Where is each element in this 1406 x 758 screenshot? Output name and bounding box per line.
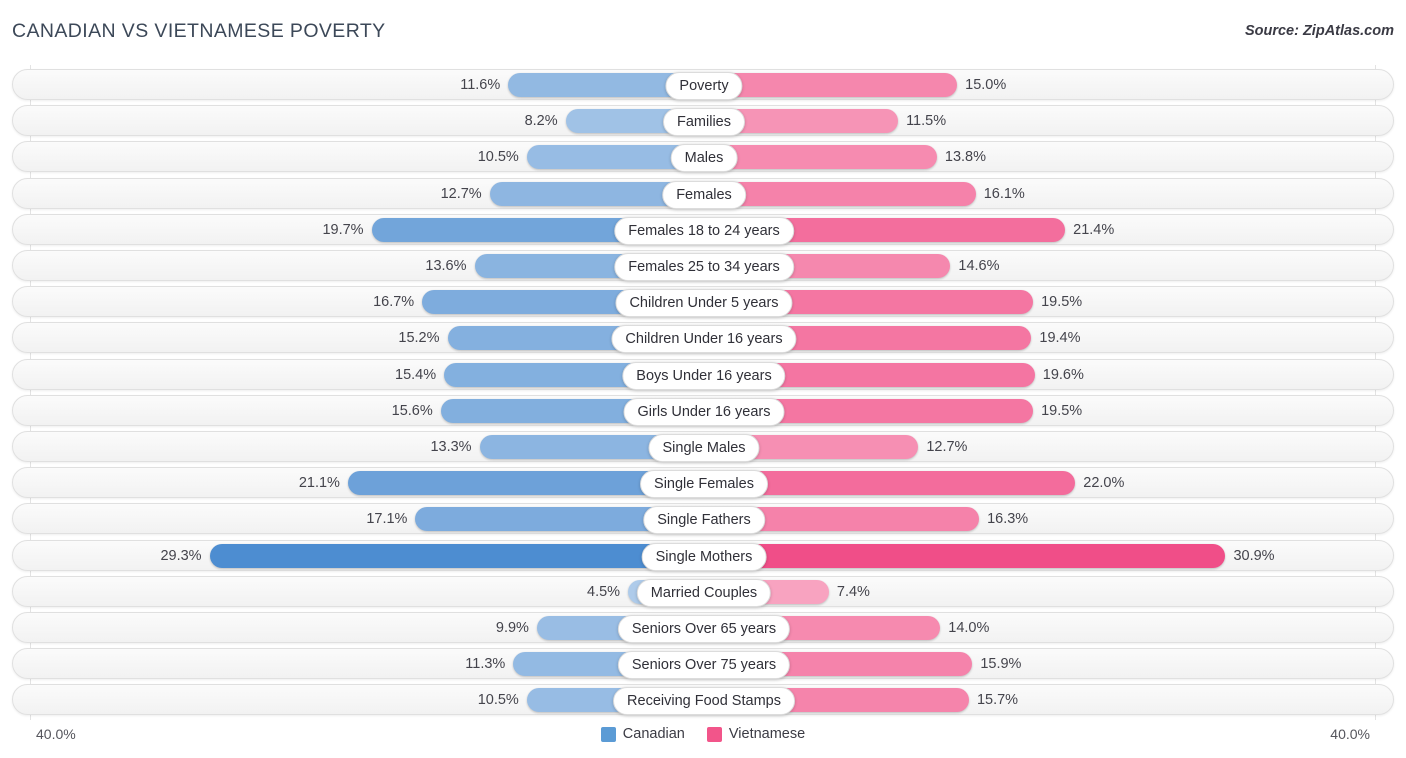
category-label: Single Fathers <box>643 506 765 535</box>
table-row: 11.3% 15.9% Seniors Over 75 years <box>12 648 1394 680</box>
value-label-canadian: 15.4% <box>395 366 437 383</box>
value-label-canadian: 15.6% <box>391 402 433 419</box>
table-row: 13.6% 14.6% Females 25 to 34 years <box>12 250 1394 281</box>
category-label: Boys Under 16 years <box>622 361 786 390</box>
bar-rows-container: 11.6% 15.0% Poverty 8.2% 11.5% Families 10.5% 1… <box>0 60 1406 720</box>
chart-legend: Canadian Vietnamese <box>0 724 1406 744</box>
value-label-vietnamese: 15.7% <box>976 692 1019 709</box>
category-label: Females <box>662 180 746 209</box>
source-attribution: Source: ZipAtlas.com <box>1244 23 1394 39</box>
chart-plot-area: 11.6% 15.0% Poverty 8.2% 11.5% Families 10.5% 1… <box>0 60 1406 720</box>
table-row: 15.6% 19.5% Girls Under 16 years <box>12 394 1394 426</box>
value-label-canadian: 21.1% <box>298 475 340 492</box>
category-label: Receiving Food Stamps <box>613 687 795 716</box>
value-label-vietnamese: 11.5% <box>906 113 947 130</box>
value-label-vietnamese: 15.9% <box>980 656 1022 673</box>
value-label-canadian: 29.3% <box>160 547 202 564</box>
category-label: Females 18 to 24 years <box>614 216 794 245</box>
table-row: 4.5% 7.4% Married Couples <box>12 575 1394 607</box>
table-row: 13.3% 12.7% Single Males <box>12 431 1394 462</box>
value-label-canadian: 12.7% <box>440 185 482 202</box>
value-label-vietnamese: 19.6% <box>1042 366 1084 383</box>
value-label-vietnamese: 21.4% <box>1073 221 1115 238</box>
value-label-canadian: 13.6% <box>425 258 467 274</box>
page-title: CANADIAN VS VIETNAMESE POVERTY <box>12 20 386 42</box>
category-label: Children Under 16 years <box>611 325 797 354</box>
chart-header: CANADIAN VS VIETNAMESE POVERTY Source: Z… <box>0 0 1406 60</box>
bar-vietnamese <box>704 543 1226 568</box>
table-row: 16.7% 19.5% Children Under 5 years <box>12 286 1394 318</box>
legend-label: Vietnamese <box>728 726 806 742</box>
table-row: 21.1% 22.0% Single Females <box>12 467 1394 499</box>
value-label-vietnamese: 14.6% <box>958 258 1000 274</box>
value-label-vietnamese: 19.4% <box>1039 330 1081 347</box>
value-label-vietnamese: 16.3% <box>987 511 1029 528</box>
table-row: 9.9% 14.0% Seniors Over 65 years <box>12 612 1394 643</box>
table-row: 17.1% 16.3% Single Fathers <box>12 503 1394 535</box>
value-label-vietnamese: 19.5% <box>1041 402 1083 419</box>
bar-canadian <box>209 543 704 568</box>
table-row: 12.7% 16.1% Females <box>12 177 1394 209</box>
value-label-vietnamese: 7.4% <box>836 583 870 600</box>
category-label: Children Under 5 years <box>615 289 793 318</box>
legend-swatch-icon <box>706 726 722 742</box>
category-label: Families <box>663 108 745 137</box>
legend-item-vietnamese[interactable]: Vietnamese <box>706 726 806 742</box>
category-label: Single Mothers <box>641 542 767 571</box>
value-label-vietnamese: 16.1% <box>983 185 1025 202</box>
category-label: Seniors Over 65 years <box>617 615 791 643</box>
value-label-canadian: 10.5% <box>477 149 519 166</box>
category-label: Married Couples <box>636 578 772 607</box>
category-label: Single Males <box>648 434 760 462</box>
value-label-canadian: 4.5% <box>587 583 621 600</box>
value-label-canadian: 19.7% <box>322 221 364 238</box>
value-label-canadian: 17.1% <box>366 511 408 528</box>
value-label-vietnamese: 14.0% <box>948 620 990 636</box>
value-label-canadian: 11.6% <box>460 77 501 93</box>
table-row: 8.2% 11.5% Families <box>12 105 1394 137</box>
table-row: 15.4% 19.6% Boys Under 16 years <box>12 358 1394 390</box>
value-label-canadian: 16.7% <box>373 294 415 311</box>
value-label-vietnamese: 12.7% <box>926 439 968 455</box>
value-label-canadian: 13.3% <box>430 439 472 455</box>
value-label-vietnamese: 30.9% <box>1233 547 1275 564</box>
value-label-canadian: 11.3% <box>465 656 506 673</box>
legend-item-canadian[interactable]: Canadian <box>600 726 685 742</box>
category-label: Single Females <box>640 470 768 499</box>
category-label: Poverty <box>665 72 743 100</box>
value-label-canadian: 15.2% <box>398 330 440 347</box>
category-label: Seniors Over 75 years <box>617 651 791 680</box>
table-row: 11.6% 15.0% Poverty <box>12 69 1394 100</box>
value-label-canadian: 8.2% <box>524 113 558 130</box>
table-row: 29.3% 30.9% Single Mothers <box>12 539 1394 571</box>
category-label: Males <box>670 144 738 173</box>
category-label: Females 25 to 34 years <box>614 253 794 281</box>
table-row: 10.5% 13.8% Males <box>12 141 1394 173</box>
legend-swatch-icon <box>600 726 616 742</box>
table-row: 10.5% 15.7% Receiving Food Stamps <box>12 684 1394 716</box>
bar-vietnamese <box>704 145 937 170</box>
table-row: 15.2% 19.4% Children Under 16 years <box>12 322 1394 354</box>
value-label-canadian: 10.5% <box>477 692 519 709</box>
value-label-vietnamese: 15.0% <box>965 77 1007 93</box>
category-label: Girls Under 16 years <box>623 397 785 426</box>
value-label-vietnamese: 22.0% <box>1083 475 1125 492</box>
value-label-vietnamese: 13.8% <box>944 149 986 166</box>
table-row: 19.7% 21.4% Females 18 to 24 years <box>12 213 1394 245</box>
legend-label: Canadian <box>622 726 685 742</box>
value-label-vietnamese: 19.5% <box>1041 294 1083 311</box>
value-label-canadian: 9.9% <box>495 620 529 636</box>
